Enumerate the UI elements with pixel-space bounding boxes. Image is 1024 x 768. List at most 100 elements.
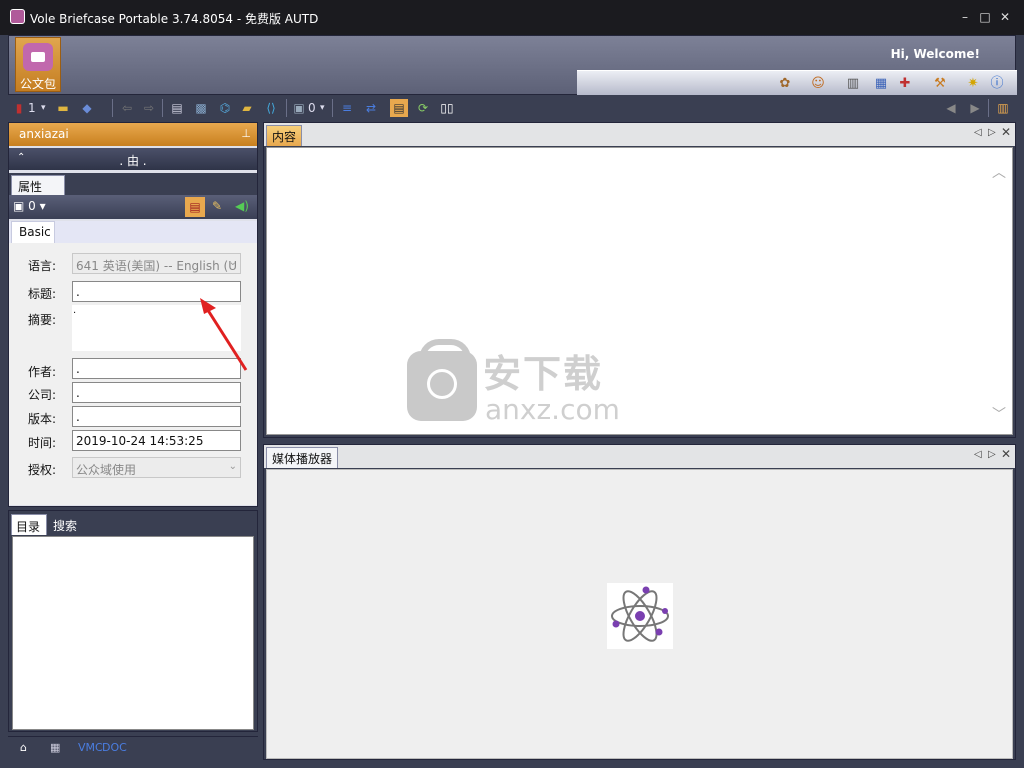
ribbon-header: 公文包 Hi, Welcome! ✿ ☺ ▥ ▦ ✚ ⚒ ✷ ⓘ [8,35,1017,95]
tab-search[interactable]: 搜索 [53,517,77,534]
chevron-down-icon[interactable]: ▾ [41,99,46,117]
welcome-text: Hi, Welcome! [890,47,980,61]
edit-icon[interactable]: ✎ [212,199,222,213]
layers-icon[interactable]: ◆ [78,99,96,117]
maximize-button[interactable]: □ [978,10,992,24]
tab-toc[interactable]: 目录 [11,514,47,535]
panel-header-title: anxiazai [19,127,69,141]
office-icon[interactable]: ▤ [185,197,205,217]
content-tabbar: 内容 ◁ ▷ ✕ [264,123,1015,146]
settings-icon[interactable]: ✷ [965,76,981,92]
nav-forward-icon[interactable]: ▶ [966,99,984,117]
grid-icon[interactable]: ▩ [192,99,210,117]
calendar-small-icon[interactable]: ▦ [50,741,60,754]
abc-icon[interactable]: ≡ [338,99,356,117]
scroll-left-icon[interactable]: ◁ [974,449,982,460]
network-icon[interactable]: ⌬ [216,99,234,117]
title-value: . [76,285,80,299]
tab-properties-label: 属性 [18,180,43,194]
sitemap-icon[interactable]: ▤ [168,99,186,117]
abstract-value: . [73,305,77,316]
minimize-button[interactable]: – [958,10,972,24]
abstract-field[interactable]: . [72,305,241,351]
refresh-icon[interactable]: ⟳ [414,99,432,117]
title-label: 标题: [28,287,57,301]
scroll-left-icon[interactable]: ◁ [974,127,982,138]
vmc-button[interactable]: VMC [78,741,103,754]
scroll-down-icon[interactable]: ﹀ [992,404,1006,424]
info-icon[interactable]: ⓘ [989,76,1005,92]
left-panel: anxiazai ⊥ ⌃ . 由 . 属性 ▣ 0 ▾ ▤ ✎ ◀) Basic… [8,122,258,507]
close-button[interactable]: ✕ [998,10,1012,24]
close-tab-icon[interactable]: ✕ [1001,447,1011,461]
scroll-right-icon[interactable]: ▷ [988,127,996,138]
scroll-right-icon[interactable]: ▷ [988,449,996,460]
docs-dropdown-icon[interactable]: ▾ [320,99,325,117]
views-icon[interactable]: ▮ [10,99,28,117]
forward-arrow-icon[interactable]: ⇨ [140,99,158,117]
close-tab-icon[interactable]: ✕ [1001,125,1011,139]
tab-basic[interactable]: Basic [11,221,55,243]
open-folder-icon[interactable]: ▰ [238,99,256,117]
author-field[interactable]: . [72,358,241,379]
toc-tabs: 目录 搜索 [9,511,257,535]
tools-icon[interactable]: ✚ [897,76,913,92]
content-area[interactable]: ︿ ﹀ 安下载 anxz.com [266,147,1013,435]
author-value: . [76,362,80,376]
company-field[interactable]: . [72,382,241,403]
speaker-icon[interactable]: ◀) [235,199,249,213]
pin-icon[interactable]: ⊥ [241,127,251,140]
media-tabbar: 媒体播放器 ◁ ▷ ✕ [264,445,1015,468]
books-icon[interactable]: ▥ [845,76,861,92]
version-field[interactable]: . [72,406,241,427]
book-icon[interactable]: ▯▯ [438,99,456,117]
briefcase-label: 公文包 [19,77,56,91]
code-icon[interactable]: ⟨⟩ [262,99,280,117]
back-arrow-icon[interactable]: ⇦ [118,99,136,117]
docs-count[interactable]: 0 [308,99,316,117]
format-icon[interactable]: ▤ [390,99,408,117]
license-label: 授权: [28,463,57,477]
version-value: . [76,410,80,424]
nav-bar: ⌃ . 由 . [9,148,257,170]
watermark-big-text: 安下载 [483,352,604,396]
license-select[interactable]: 公众域使用 ⌄ [72,457,241,478]
swap-icon[interactable]: ⇄ [362,99,380,117]
tab-media-player[interactable]: 媒体播放器 [266,447,339,468]
tab-media-player-label: 媒体播放器 [272,452,333,466]
chevron-down-icon: ⌄ [228,257,237,268]
tab-properties[interactable]: 属性 [11,175,65,195]
basic-tabbar: Basic [9,221,257,243]
briefcase-app-button[interactable]: 公文包 [15,37,61,92]
wand-icon[interactable]: ⚒ [932,76,948,92]
calendar-icon[interactable]: ▦ [873,76,889,92]
time-label: 时间: [28,436,57,450]
license-value: 公众域使用 [76,463,137,477]
book-open-icon[interactable]: ▥ [994,99,1012,117]
author-label: 作者: [28,365,57,379]
tab-content[interactable]: 内容 [266,125,303,146]
folder-icon[interactable]: ▬ [54,99,72,117]
toc-tree[interactable] [12,536,254,730]
home-icon[interactable]: ⌂ [20,741,27,754]
scroll-up-icon[interactable]: ︿ [992,162,1006,182]
media-area[interactable] [266,469,1013,759]
page-icon[interactable]: ▣ [290,99,308,117]
doc-button[interactable]: DOC [102,741,127,754]
property-toolbar: ▣ 0 ▾ ▤ ✎ ◀) [9,195,257,219]
time-field[interactable]: 2019-10-24 14:53:25 [72,430,241,451]
language-select[interactable]: 641 英语(美国) -- English (U ⌄ [72,253,241,274]
abstract-label: 摘要: [28,313,57,327]
nav-back-icon[interactable]: ◀ [942,99,960,117]
version-label: 版本: [28,412,57,426]
property-selector[interactable]: ▣ 0 ▾ [13,199,46,213]
views-count[interactable]: 1 [28,99,36,117]
quick-access-bar: ✿ ☺ ▥ ▦ ✚ ⚒ ✷ ⓘ [577,70,1017,95]
title-field[interactable]: . [72,281,241,302]
user-icon[interactable]: ☺ [810,76,826,92]
tab-content-label: 内容 [272,130,297,144]
nav-path: . 由 . [119,154,147,168]
content-pane: 内容 ◁ ▷ ✕ ︿ ﹀ 安下载 anxz.com [263,122,1016,438]
palette-icon[interactable]: ✿ [777,76,793,92]
status-bar: ⌂ ▦ VMC DOC [8,736,258,760]
